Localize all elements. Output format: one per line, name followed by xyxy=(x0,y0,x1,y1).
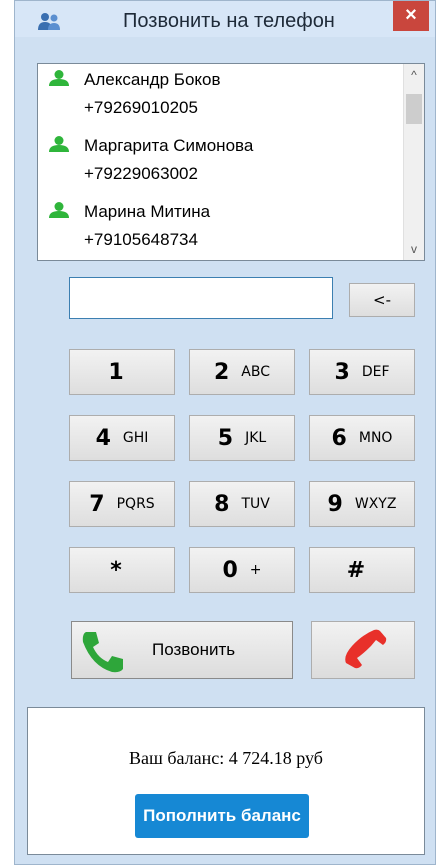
phone-red-icon xyxy=(345,629,387,669)
person-icon xyxy=(49,136,69,152)
contact-list[interactable]: Александр Боков +79269010205 Маргарита С… xyxy=(37,63,425,261)
key-6[interactable]: 6 MNO xyxy=(309,415,415,461)
key-7[interactable]: 7 PQRS xyxy=(69,481,175,527)
person-icon xyxy=(49,70,69,86)
key-digit: 7 xyxy=(89,491,105,517)
key-digit: 2 xyxy=(213,359,230,385)
key-digit: 1 xyxy=(108,359,124,385)
phone-green-icon xyxy=(82,632,123,673)
scroll-down-button[interactable]: v xyxy=(404,242,424,256)
key-1[interactable]: 1 xyxy=(69,349,175,395)
scroll-thumb[interactable] xyxy=(406,94,422,124)
key-9[interactable]: 9 WXYZ xyxy=(309,481,415,527)
list-item[interactable]: Марина Митина +79105648734 xyxy=(38,196,400,258)
scroll-up-button[interactable]: ^ xyxy=(404,68,424,82)
key-letters: PQRS xyxy=(116,496,155,512)
key-letters: GHI xyxy=(122,430,149,446)
key-digit: 9 xyxy=(327,491,343,517)
call-button[interactable]: Позвонить xyxy=(71,621,293,679)
phone-number-input[interactable] xyxy=(69,277,333,319)
balance-text: Ваш баланс: 4 724.18 руб xyxy=(129,748,323,768)
key-digit: 0 xyxy=(222,557,238,583)
contact-phone: +79229063002 xyxy=(84,164,198,183)
contact-phone: +79105648734 xyxy=(84,230,198,249)
key-2[interactable]: 2 ABC xyxy=(189,349,295,395)
key-3[interactable]: 3 DEF xyxy=(309,349,415,395)
scrollbar[interactable]: ^ v xyxy=(403,64,424,260)
key-digit: 8 xyxy=(214,491,230,517)
list-item[interactable]: Александр Боков +79269010205 xyxy=(38,64,400,126)
contact-name: Александр Боков xyxy=(84,70,221,89)
hangup-button[interactable] xyxy=(311,621,415,679)
dialer-window: Позвонить на телефон × Александр Боков +… xyxy=(14,0,436,865)
key-letters: JKL xyxy=(245,430,267,446)
key-hash[interactable]: # xyxy=(309,547,415,593)
title-bar: Позвонить на телефон × xyxy=(15,1,435,37)
key-letters: ABC xyxy=(241,364,271,380)
key-letters: + xyxy=(249,562,262,578)
call-button-label: Позвонить xyxy=(152,640,236,659)
contact-name: Марина Митина xyxy=(84,202,211,221)
close-button[interactable]: × xyxy=(393,1,429,31)
key-digit: 4 xyxy=(95,425,111,451)
key-letters: DEF xyxy=(361,364,390,380)
key-letters: MNO xyxy=(358,430,393,446)
people-icon xyxy=(38,13,60,30)
key-0[interactable]: 0 + xyxy=(189,547,295,593)
window-title: Позвонить на телефон xyxy=(123,10,335,32)
balance-panel: Ваш баланс: 4 724.18 руб Пополнить балан… xyxy=(27,707,425,855)
key-digit: # xyxy=(346,557,366,583)
key-letters: WXYZ xyxy=(354,496,397,512)
list-item[interactable]: Маргарита Симонова +79229063002 xyxy=(38,130,400,192)
key-digit: 3 xyxy=(334,359,350,385)
top-up-button[interactable]: Пополнить баланс xyxy=(135,794,309,838)
key-8[interactable]: 8 TUV xyxy=(189,481,295,527)
key-letters: TUV xyxy=(241,496,270,512)
contact-name: Маргарита Симонова xyxy=(84,136,254,155)
backspace-button[interactable]: <- xyxy=(349,283,415,317)
person-icon xyxy=(49,202,69,218)
key-digit: 5 xyxy=(217,425,234,451)
contact-phone: +79269010205 xyxy=(84,98,198,117)
key-star[interactable]: * xyxy=(69,547,175,593)
key-4[interactable]: 4 GHI xyxy=(69,415,175,461)
key-digit: 6 xyxy=(331,425,347,451)
key-digit: * xyxy=(110,557,122,583)
key-5[interactable]: 5 JKL xyxy=(189,415,295,461)
